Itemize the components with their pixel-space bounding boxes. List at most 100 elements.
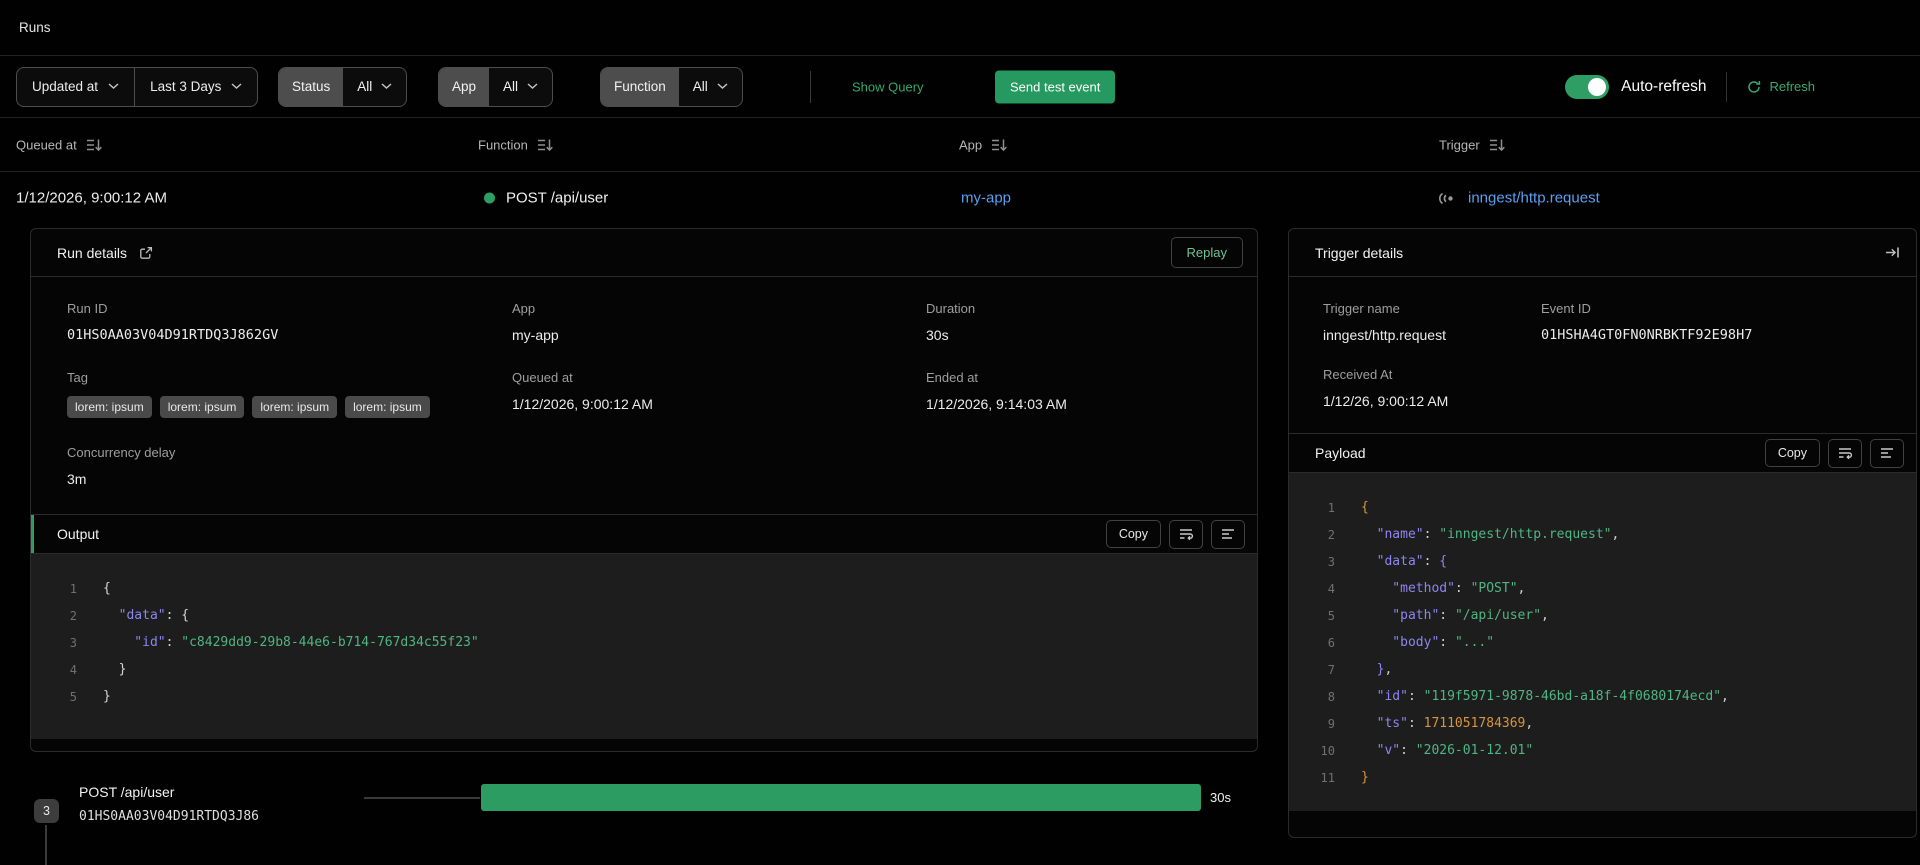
trigger-details-body: Trigger name inngest/http.request Event … (1289, 277, 1916, 433)
run-queued-at: 1/12/2026, 9:00:12 AM (16, 189, 167, 207)
tag-badge: lorem: ipsum (159, 396, 245, 418)
page-title: Runs (19, 20, 51, 35)
collapse-panel-icon[interactable] (1883, 244, 1902, 261)
tag-list: lorem: ipsum lorem: ipsum lorem: ipsum lore… (67, 396, 512, 418)
code-line: 2 "name": "inngest/http.request", (1289, 521, 1916, 548)
line-number: 2 (69, 608, 77, 623)
code-line: 9 "ts": 1711051784369, (1289, 710, 1916, 737)
line-number: 8 (1327, 689, 1335, 704)
show-query-link[interactable]: Show Query (852, 79, 924, 94)
timeline-duration-bar[interactable] (481, 784, 1201, 811)
column-header-queued-at[interactable]: Queued at (16, 137, 103, 152)
sort-icon (537, 137, 554, 152)
run-details-header: Run details Replay (31, 229, 1257, 277)
runs-table-header: Queued at Function App Trigger (0, 118, 1920, 172)
line-number: 2 (1327, 527, 1335, 542)
code-line: 5} (31, 683, 1257, 710)
payload-section-header: Payload Copy (1289, 433, 1916, 473)
app-filter-dropdown[interactable]: App All (438, 66, 554, 107)
output-copy-button[interactable]: Copy (1105, 520, 1161, 548)
timeline-duration-label: 30s (1210, 790, 1231, 805)
chevron-down-icon (108, 83, 119, 90)
filter-bar: Updated at Last 3 Days Status All App All Fu… (0, 56, 1920, 118)
field-tag: Tag lorem: ipsum lorem: ipsum lorem: ipsum… (67, 370, 512, 418)
line-number: 6 (1327, 635, 1335, 650)
column-label: Queued at (16, 137, 77, 152)
field-concurrency-delay: Concurrency delay 3m (67, 445, 512, 487)
timeline-step-run-id: 01HS0AA03V04D91RTDQ3J86 (79, 809, 260, 824)
app-filter-label: App (439, 67, 490, 106)
queued-at-label: Queued at (512, 370, 573, 385)
sort-field-dropdown[interactable]: Updated at (17, 68, 134, 106)
code-line: 5 "path": "/api/user", (1289, 602, 1916, 629)
step-count-badge[interactable]: 3 (34, 799, 59, 823)
time-range-dropdown[interactable]: Last 3 Days (134, 67, 257, 106)
run-details-title: Run details (57, 244, 128, 261)
function-filter-dropdown[interactable]: Function All (600, 66, 743, 107)
word-wrap-icon[interactable] (1169, 519, 1203, 549)
field-ended-at: Ended at 1/12/2026, 9:14:03 AM (926, 370, 1257, 418)
column-header-trigger[interactable]: Trigger (1439, 137, 1506, 152)
run-row[interactable]: 1/12/2026, 9:00:12 AM POST /api/user my-… (0, 172, 1920, 224)
format-lines-icon[interactable] (1211, 519, 1245, 549)
send-test-event-button[interactable]: Send test event (995, 70, 1116, 103)
payload-code-block: 1{2 "name": "inngest/http.request", 3 "da… (1289, 473, 1916, 811)
code-line: 3 "id": "c8429dd9-29b8-44e6-b714-767d34c… (31, 629, 1257, 656)
code-line: 4 } (31, 656, 1257, 683)
time-filter-group: Updated at Last 3 Days (16, 66, 259, 107)
run-timeline: 3 POST /api/user 01HS0AA03V04D91RTDQ3J86… (0, 752, 1280, 865)
line-number: 5 (69, 689, 77, 704)
app-label: App (512, 301, 536, 316)
divider (1726, 71, 1728, 102)
code-line: 3 "data": { (1289, 548, 1916, 575)
line-number: 11 (1320, 770, 1335, 785)
ended-at-value: 1/12/2026, 9:14:03 AM (926, 396, 1067, 412)
payload-copy-button[interactable]: Copy (1764, 439, 1820, 467)
toggle-knob (1588, 77, 1607, 96)
time-range-value: Last 3 Days (150, 79, 222, 94)
run-trigger-link[interactable]: inngest/http.request (1438, 190, 1600, 207)
field-queued-at: Queued at 1/12/2026, 9:00:12 AM (512, 370, 926, 418)
received-at-label: Received At (1323, 367, 1393, 382)
concurrency-delay-value: 3m (67, 471, 87, 487)
line-number: 1 (1327, 500, 1335, 515)
sort-icon (86, 137, 103, 152)
output-title: Output (57, 526, 100, 542)
run-details-panel: Run details Replay Run ID 01HS0AA03V04D9… (30, 228, 1258, 752)
chevron-down-icon (231, 83, 242, 90)
replay-button[interactable]: Replay (1170, 237, 1243, 268)
run-id-value: 01HS0AA03V04D91RTDQ3J862GV (67, 327, 279, 343)
status-dot-icon (484, 192, 495, 204)
status-filter-dropdown[interactable]: Status All (278, 66, 408, 107)
code-line: 6 "body": "..." (1289, 629, 1916, 656)
event-id-label: Event ID (1541, 301, 1591, 316)
line-number: 5 (1327, 608, 1335, 623)
column-label: App (959, 137, 983, 152)
run-app-link[interactable]: my-app (961, 190, 1011, 207)
app-link[interactable]: my-app (512, 327, 926, 343)
column-header-app[interactable]: App (959, 137, 1008, 152)
timeline-connector-vertical (45, 825, 47, 865)
code-line: 4 "method": "POST", (1289, 575, 1916, 602)
word-wrap-icon[interactable] (1828, 438, 1862, 468)
tag-badge: lorem: ipsum (252, 396, 338, 418)
line-number: 4 (1327, 581, 1335, 596)
status-filter-label: Status (279, 67, 344, 106)
field-event-id: Event ID 01HSHA4GT0FN0NRBKTF92E98H7 (1541, 301, 1916, 343)
line-number: 4 (69, 662, 77, 677)
sort-icon (1489, 137, 1506, 152)
chevron-down-icon (527, 83, 538, 90)
column-header-function[interactable]: Function (478, 137, 554, 152)
refresh-cluster: Auto-refresh Refresh (1565, 71, 1815, 102)
ended-at-label: Ended at (926, 370, 979, 385)
refresh-button[interactable]: Refresh (1747, 79, 1815, 94)
open-in-new-icon[interactable] (137, 244, 155, 262)
format-lines-icon[interactable] (1870, 438, 1904, 468)
code-line: 1{ (31, 575, 1257, 602)
run-id-label: Run ID (67, 301, 108, 316)
auto-refresh-toggle[interactable] (1565, 74, 1610, 99)
runs-page: Runs Updated at Last 3 Days Status All App… (0, 0, 1920, 865)
code-line: 8 "id": "119f5971-9878-46bd-a18f-4f06801… (1289, 683, 1916, 710)
status-filter-value: All (343, 79, 406, 94)
duration-label: Duration (926, 301, 976, 316)
